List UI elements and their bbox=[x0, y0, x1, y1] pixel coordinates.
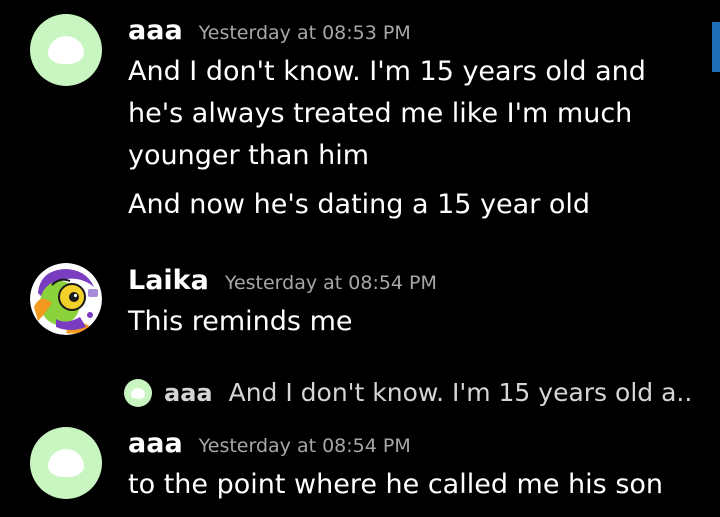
message-text: to the point where he called me his son bbox=[128, 469, 664, 500]
default-avatar-icon bbox=[131, 387, 145, 399]
message-text: And I don't know. I'm 15 years old and bbox=[128, 56, 646, 87]
reply-username: aaa bbox=[164, 378, 213, 407]
message-header: aaa Yesterday at 08:54 PM bbox=[128, 428, 411, 459]
username[interactable]: aaa bbox=[128, 15, 183, 46]
reply-avatar bbox=[124, 378, 152, 407]
username[interactable]: aaa bbox=[128, 428, 183, 459]
reply-reference[interactable]: aaa And I don't know. I'm 15 years old a… bbox=[124, 378, 694, 407]
default-avatar-icon bbox=[48, 449, 84, 477]
scroll-position-indicator bbox=[712, 22, 720, 72]
default-avatar-icon bbox=[48, 36, 84, 64]
message-text: younger than him bbox=[128, 140, 370, 171]
username[interactable]: Laika bbox=[128, 265, 209, 296]
timestamp: Yesterday at 08:54 PM bbox=[198, 435, 411, 457]
user-avatar[interactable] bbox=[30, 427, 102, 499]
message-header: Laika Yesterday at 08:54 PM bbox=[128, 265, 437, 296]
message-text: This reminds me bbox=[128, 306, 353, 337]
timestamp: Yesterday at 08:53 PM bbox=[198, 22, 411, 44]
user-avatar[interactable] bbox=[30, 263, 102, 335]
timestamp: Yesterday at 08:54 PM bbox=[224, 272, 437, 294]
reply-preview-text: And I don't know. I'm 15 years old a... bbox=[228, 378, 694, 407]
user-avatar[interactable] bbox=[30, 14, 102, 86]
message-text: And now he's dating a 15 year old bbox=[128, 189, 591, 220]
message-header: aaa Yesterday at 08:53 PM bbox=[128, 15, 411, 46]
message-text: he's always treated me like I'm much bbox=[128, 98, 633, 129]
cartoon-character-icon bbox=[30, 263, 102, 335]
